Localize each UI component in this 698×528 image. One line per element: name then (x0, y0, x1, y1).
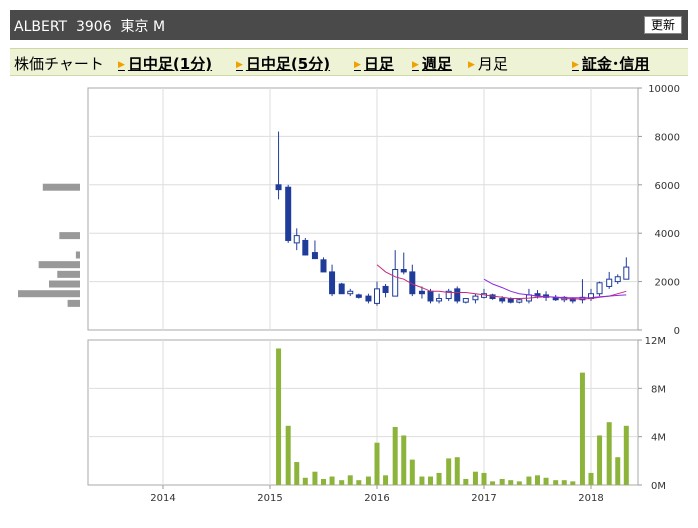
volume-profile-bar (59, 232, 80, 240)
volume-y-tick-label: 8M (651, 384, 666, 395)
candle-up (374, 288, 380, 304)
candle-down (400, 269, 407, 273)
volume-bar (401, 435, 407, 485)
volume-profile-bar (18, 290, 80, 298)
x-tick-label: 2014 (150, 493, 175, 504)
volume-profile-bar (49, 280, 80, 288)
candle-up (392, 269, 399, 297)
volume-bar (347, 475, 353, 485)
volume-bar (570, 481, 576, 485)
candle-up (606, 278, 613, 287)
volume-bar (409, 459, 415, 485)
volume-bar (428, 476, 433, 485)
volume-bar (481, 472, 487, 485)
candle-up (462, 298, 469, 303)
candle-down (507, 298, 514, 303)
candle-down (275, 184, 282, 191)
candle-down (382, 285, 389, 293)
volume-bar (472, 471, 478, 485)
x-tick-label: 2018 (578, 493, 603, 504)
volume-profile-bar (42, 183, 80, 191)
volume-bar (490, 481, 496, 485)
volume-bar (516, 481, 522, 485)
candle-down (338, 283, 345, 295)
x-tick-label: 2016 (364, 493, 389, 504)
volume-bar (454, 457, 460, 485)
volume-bar (383, 475, 389, 485)
volume-bar (285, 425, 291, 485)
volume-y-tick-label: 4M (651, 433, 666, 444)
candle-down (311, 252, 318, 260)
price-y-tick-label: 0 (674, 326, 680, 337)
x-tick-label: 2015 (257, 493, 282, 504)
candle-up (516, 299, 523, 303)
candle-up (347, 290, 354, 295)
volume-bar (597, 435, 603, 485)
volume-bar (392, 427, 398, 485)
candle-down (365, 295, 372, 302)
volume-bar (543, 477, 549, 485)
volume-bar (312, 471, 318, 485)
candle-down (454, 288, 461, 302)
candle-up (596, 282, 603, 295)
price-y-tick-label: 10000 (648, 84, 680, 95)
volume-bar (606, 422, 612, 485)
candle-up (436, 298, 443, 302)
volume-bar (463, 478, 469, 485)
chart-area: 2014 2015 2016 2017 2018 10000 8000 6000 4000 200… (18, 84, 680, 504)
volume-bar (356, 480, 362, 485)
volume-panel-frame (87, 339, 639, 486)
candle-down (418, 290, 425, 295)
volume-bar (446, 458, 452, 485)
volume-profile-bar (67, 299, 80, 307)
volume-y-tick-label: 0M (651, 481, 666, 492)
volume-bar (374, 442, 380, 485)
volume-bar (365, 476, 371, 485)
candle-down (320, 259, 327, 273)
candle-down (499, 298, 506, 302)
price-panel-frame (87, 87, 639, 331)
volume-bar (526, 476, 532, 485)
volume-bar (535, 475, 540, 485)
volume-bar (579, 372, 585, 485)
price-y-tick-label: 2000 (655, 278, 680, 289)
volume-bar (276, 348, 282, 485)
volume-bar (508, 480, 514, 485)
price-y-tick-label: 8000 (655, 132, 680, 143)
candle-down (427, 290, 434, 302)
volume-bar (623, 425, 629, 485)
x-tick-label: 2017 (471, 493, 496, 504)
volume-bar (553, 480, 559, 485)
volume-bar (321, 478, 326, 485)
volume-bar (339, 480, 345, 485)
volume-bar (329, 476, 335, 485)
volume-profile-bar (57, 270, 80, 278)
candle-down (355, 294, 362, 298)
candle-up (623, 266, 630, 280)
candle-up (293, 235, 300, 244)
volume-bar (499, 478, 505, 485)
candle-up (614, 276, 621, 283)
volume-bar (294, 462, 300, 485)
candle-up (472, 295, 479, 301)
candle-down (285, 186, 292, 241)
volume-bar (561, 480, 567, 485)
price-y-tick-label: 4000 (655, 229, 680, 240)
volume-bar (302, 477, 308, 485)
candle-down (329, 271, 336, 295)
volume-bar (588, 472, 594, 485)
volume-profile-bar (38, 261, 80, 269)
volume-bar (615, 457, 621, 485)
volume-y-tick-label: 12M (645, 336, 666, 347)
volume-profile-bar (75, 251, 80, 259)
candle-down (302, 239, 309, 256)
price-y-tick-label: 6000 (655, 181, 680, 192)
volume-bar (436, 472, 442, 485)
volume-bar (419, 476, 425, 485)
